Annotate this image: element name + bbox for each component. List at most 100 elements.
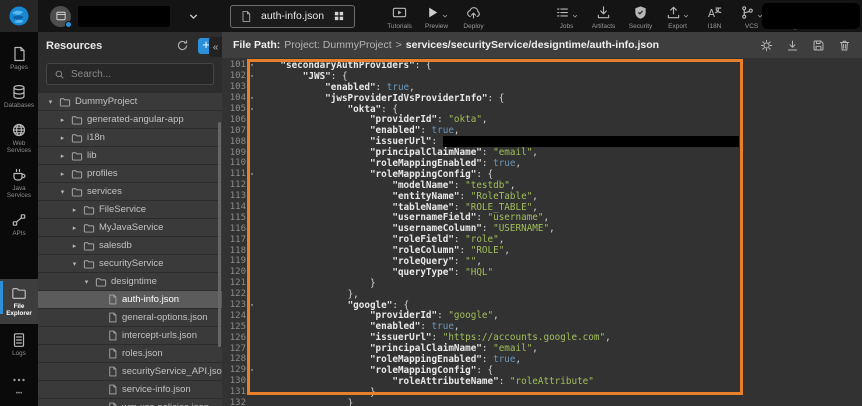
tree-item-label: salesdb — [99, 240, 132, 251]
sidebar-item-pages[interactable]: Pages — [0, 40, 38, 78]
toolbar-button-export[interactable]: Export — [659, 2, 696, 30]
tree-folder-salesdb[interactable]: ▸ salesdb — [38, 237, 222, 255]
code-text: "principalClaimName": "email", — [258, 343, 538, 354]
fold-toggle-icon[interactable]: ▾ — [246, 171, 258, 178]
tree-expand-icon[interactable]: ▾ — [58, 188, 67, 196]
line-number: 123 — [222, 300, 246, 310]
tree-expand-icon[interactable]: ▸ — [70, 206, 79, 214]
tree-file-intercept-urls.json[interactable]: intercept-urls.json — [38, 327, 222, 345]
code-text: "roleQuery": "", — [258, 256, 482, 267]
fold-toggle-icon[interactable]: ▾ — [246, 106, 258, 113]
open-file-tab[interactable]: auth-info.json — [230, 5, 355, 28]
tree-file-general-options.json[interactable]: general-options.json — [38, 309, 222, 327]
toolbar-icon-row — [466, 5, 481, 20]
tree-expand-icon[interactable]: ▾ — [70, 260, 79, 268]
toolbar-button-i18n[interactable]: AI18N — [696, 2, 733, 30]
tree-expand-icon[interactable]: ▸ — [58, 116, 67, 124]
branch-icon — [740, 5, 755, 20]
line-number: 118 — [222, 246, 246, 256]
sidebar-item-databases[interactable]: Databases — [0, 78, 38, 116]
code-text: "entityName": "RoleTable", — [258, 191, 538, 202]
save-button[interactable] — [812, 39, 825, 52]
tree-folder-securityService[interactable]: ▾securityService — [38, 255, 222, 273]
tree-expand-icon[interactable]: ▾ — [46, 98, 55, 106]
fold-toggle-icon[interactable]: ▾ — [246, 367, 258, 374]
refresh-icon[interactable] — [176, 39, 189, 52]
panel-scrollbar[interactable] — [218, 122, 221, 347]
tree-item-label: FileService — [99, 204, 146, 215]
toolbar-button-tutorials[interactable]: Tutorials — [381, 2, 418, 30]
tree-item-label: i18n — [87, 132, 105, 143]
tree-file-service-info.json[interactable]: service-info.json — [38, 381, 222, 399]
project-switcher[interactable] — [50, 6, 200, 27]
tree-folder-FileService[interactable]: ▸ FileService — [38, 201, 222, 219]
tree-folder-profiles[interactable]: ▸profiles — [38, 165, 222, 183]
code-line-105: 105▾ "okta": { — [222, 104, 862, 115]
wavemaker-logo[interactable] — [0, 0, 38, 32]
code-editor[interactable]: 101▾ "secondaryAuthProviders": {102▾ "JW… — [222, 58, 862, 406]
settings-button[interactable] — [760, 39, 773, 52]
tree-folder-MyJavaService[interactable]: ▸ MyJavaService — [38, 219, 222, 237]
tree-expand-icon[interactable]: ▾ — [82, 278, 91, 286]
trash-icon — [838, 39, 851, 52]
tree-folder-DummyProject[interactable]: ▾DummyProject — [38, 93, 222, 111]
tree-folder-lib[interactable]: ▸ lib — [38, 147, 222, 165]
toolbar-button-preview[interactable]: Preview — [418, 2, 455, 30]
tree-file-roles.json[interactable]: roles.json — [38, 345, 222, 363]
code-line-131: 131 } — [222, 387, 862, 398]
tree-expand-icon[interactable]: ▸ — [70, 224, 79, 232]
sidebar-item-label: APIs — [12, 230, 25, 237]
tree-item-label: MyJavaService — [99, 222, 163, 233]
delete-button[interactable] — [838, 39, 851, 52]
code-line-111: 111▾ "roleMappingConfig": { — [222, 169, 862, 180]
tree-folder-icon — [83, 240, 95, 252]
tree-file-auth-info.json[interactable]: auth-info.json — [38, 291, 222, 309]
fold-toggle-icon[interactable]: ▾ — [246, 302, 258, 309]
play-icon — [425, 5, 440, 20]
sidebar-item-java-services[interactable]: Java Services — [0, 161, 38, 206]
sidebar-item-logs[interactable]: Logs — [0, 326, 38, 364]
tree-item-label: intercept-urls.json — [122, 330, 197, 341]
code-line-126: 126 "issuerUrl": "https://accounts.googl… — [222, 332, 862, 343]
tree-item-label: designtime — [111, 276, 157, 287]
tree-folder-services[interactable]: ▾services — [38, 183, 222, 201]
tree-item-label: generated-angular-app — [87, 114, 184, 125]
tree-folder-generated-angular-app[interactable]: ▸ generated-angular-app — [38, 111, 222, 129]
redacted-region — [762, 3, 860, 29]
toolbar-button-artifacts[interactable]: Artifacts — [585, 2, 622, 30]
sidebar-item-file-explorer[interactable]: File Explorer — [0, 279, 38, 324]
download-button[interactable] — [786, 39, 799, 52]
sidebar-item-web-services[interactable]: Web Services — [0, 116, 38, 161]
sidebar-item-more[interactable]: ••• — [0, 366, 38, 404]
toolbar-button-security[interactable]: Security — [622, 2, 659, 30]
tree-item-label: lib — [87, 150, 97, 161]
sidebar-item-label: Pages — [10, 64, 28, 71]
toolbar-button-jobs[interactable]: Jobs — [548, 2, 585, 30]
code-text: "roleMappingEnabled": true, — [258, 354, 521, 365]
grid-icon[interactable] — [333, 10, 345, 22]
save-icon — [812, 39, 825, 52]
tree-expand-icon[interactable]: ▸ — [70, 242, 79, 250]
project-window-icon — [55, 10, 67, 22]
app-window: auth-info.json TutorialsPreviewDeploy Job… — [0, 0, 862, 406]
fold-toggle-icon[interactable]: ▾ — [246, 95, 258, 102]
activity-bar: Pages DatabasesWeb ServicesJava Services A… — [0, 32, 38, 406]
tree-expand-icon[interactable]: ▸ — [58, 170, 67, 178]
code-text: "secondaryAuthProviders": { — [258, 60, 432, 71]
tree-expand-icon[interactable]: ▸ — [58, 152, 67, 160]
api-icon — [11, 212, 27, 228]
collapse-panel-icon[interactable]: « — [209, 37, 222, 57]
sidebar-item-apis[interactable]: APIs — [0, 206, 38, 244]
fold-toggle-icon[interactable]: ▾ — [246, 62, 258, 69]
tree-file-wm-xss-policies.json[interactable]: wm-xss-policies.json — [38, 399, 222, 406]
tree-folder-i18n[interactable]: ▸ i18n — [38, 129, 222, 147]
line-number: 121 — [222, 278, 246, 288]
tree-expand-icon[interactable]: ▸ — [58, 134, 67, 142]
search-input[interactable] — [71, 69, 206, 80]
toolbar-button-deploy[interactable]: Deploy — [455, 2, 492, 30]
line-number: 108 — [222, 137, 246, 147]
fold-toggle-icon[interactable]: ▾ — [246, 73, 258, 80]
chevron-down-icon[interactable] — [187, 10, 200, 23]
tree-folder-designtime[interactable]: ▾ designtime — [38, 273, 222, 291]
tree-file-securityService_API.json[interactable]: securityService_API.json — [38, 363, 222, 381]
